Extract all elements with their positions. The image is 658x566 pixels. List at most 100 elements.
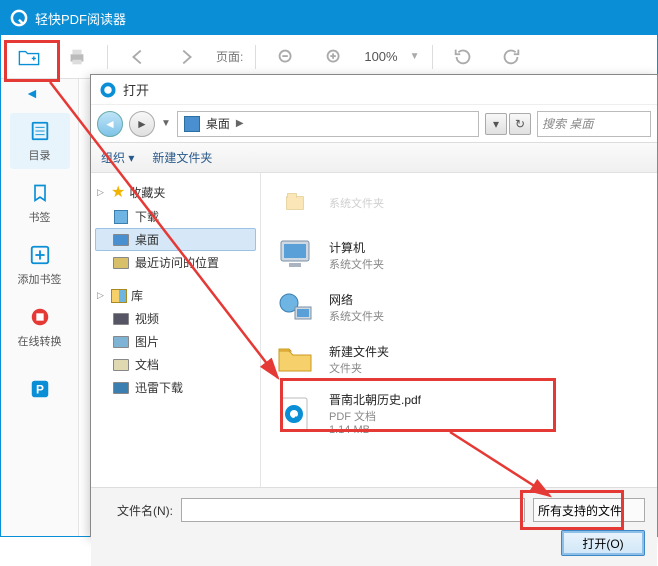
new-folder-button[interactable]: 新建文件夹 <box>152 149 212 166</box>
list-item[interactable]: 系统文件夹 <box>269 177 649 229</box>
sidebar-item-add-bookmark[interactable]: 添加书签 <box>10 237 70 293</box>
app-title: 轻快PDF阅读器 <box>35 9 126 28</box>
dialog-titlebar: 打开 <box>91 75 657 105</box>
dialog-bottom: 文件名(N): 所有支持的文件 打开(O) <box>91 487 657 566</box>
xunlei-icon <box>113 382 129 394</box>
app-logo-icon <box>9 8 29 28</box>
sidebar-item-extra[interactable]: P <box>10 361 70 417</box>
rotate-right-button[interactable] <box>493 41 529 73</box>
tree-node-documents[interactable]: 文档 <box>95 353 256 376</box>
list-item-sub: 系统文件夹 <box>329 308 384 324</box>
desktop-icon <box>184 116 200 132</box>
list-item-computer[interactable]: 计算机系统文件夹 <box>269 229 649 281</box>
tree-node-desktop[interactable]: 桌面 <box>95 228 256 251</box>
p-icon: P <box>28 377 52 401</box>
nav-forward-button[interactable]: ► <box>129 111 155 137</box>
download-icon <box>114 210 128 224</box>
refresh-button[interactable]: ↻ <box>509 113 531 135</box>
tree-node-label: 下载 <box>135 208 159 225</box>
library-icon <box>111 289 127 303</box>
pdf-file-icon <box>273 394 317 434</box>
list-item-sub: 系统文件夹 <box>329 256 384 272</box>
tree-node-recent[interactable]: 最近访问的位置 <box>95 251 256 274</box>
list-item-sub: PDF 文档 <box>329 408 421 424</box>
open-file-button[interactable] <box>11 41 47 73</box>
app-titlebar: 轻快PDF阅读器 <box>1 1 657 35</box>
open-button[interactable]: 打开(O) <box>561 530 645 556</box>
search-input[interactable]: 搜索 桌面 <box>537 111 651 137</box>
nav-back-button[interactable]: ◄ <box>97 111 123 137</box>
dialog-body: ▷ ★ 收藏夹 下载 桌面 最近访问的位置 ▷ 库 视频 图片 文档 迅雷下载 <box>91 173 657 487</box>
print-button[interactable] <box>59 41 95 73</box>
picture-icon <box>113 336 129 348</box>
nav-history-icon[interactable]: ▼ <box>161 118 171 129</box>
app-toolbar: 页面: 100% ▼ <box>1 35 657 79</box>
list-item-new-folder[interactable]: 新建文件夹文件夹 <box>269 333 649 385</box>
tree-node-label: 图片 <box>135 333 159 350</box>
sidebar-item-label: 书签 <box>29 209 51 225</box>
list-item-network[interactable]: 网络系统文件夹 <box>269 281 649 333</box>
file-open-dialog: 打开 ◄ ► ▼ 桌面 ▶ ▾ ↻ 搜索 桌面 组织 ▾ 新建文件夹 ▷ ★ 收… <box>90 74 658 537</box>
rotate-left-button[interactable] <box>445 41 481 73</box>
dialog-app-icon <box>99 81 117 99</box>
add-bookmark-icon <box>28 243 52 267</box>
prev-page-button[interactable] <box>120 41 156 73</box>
tree-label: 收藏夹 <box>129 184 165 201</box>
tree-node-label: 桌面 <box>135 231 159 248</box>
network-icon <box>273 287 317 327</box>
tree-node-label: 视频 <box>135 310 159 327</box>
toc-icon <box>28 119 52 143</box>
tree-node-videos[interactable]: 视频 <box>95 307 256 330</box>
sidebar: ◄ 目录 书签 添加书签 在线转换 P <box>1 79 79 536</box>
chevron-right-icon: ▶ <box>236 118 244 129</box>
tree-node-label: 最近访问的位置 <box>135 254 219 271</box>
video-icon <box>113 313 129 325</box>
toolbar-separator <box>107 45 108 69</box>
generic-icon <box>273 183 317 223</box>
sidebar-item-label: 目录 <box>29 147 51 163</box>
list-item-name: 新建文件夹 <box>329 343 389 360</box>
breadcrumb-dropdown-button[interactable]: ▾ <box>485 113 507 135</box>
sidebar-item-convert[interactable]: 在线转换 <box>10 299 70 355</box>
sidebar-collapse-icon[interactable]: ◄ <box>25 85 39 101</box>
search-placeholder: 搜索 桌面 <box>542 115 593 132</box>
tree-node-pictures[interactable]: 图片 <box>95 330 256 353</box>
folder-icon <box>273 339 317 379</box>
toolbar-separator <box>255 45 256 69</box>
tree-libraries[interactable]: ▷ 库 <box>95 284 256 307</box>
sidebar-item-bookmarks[interactable]: 书签 <box>10 175 70 231</box>
star-icon: ★ <box>111 182 125 202</box>
tree-node-downloads[interactable]: 下载 <box>95 205 256 228</box>
filename-label: 文件名(N): <box>103 502 173 519</box>
tree-favorites[interactable]: ▷ ★ 收藏夹 <box>95 179 256 205</box>
dialog-title: 打开 <box>123 80 149 99</box>
zoom-in-button[interactable] <box>316 41 352 73</box>
filetype-select[interactable]: 所有支持的文件 <box>533 498 645 522</box>
sidebar-item-label: 添加书签 <box>18 271 62 287</box>
list-item-size: 1.14 MB <box>329 424 421 436</box>
toolbar-separator <box>432 45 433 69</box>
dialog-toolbar: 组织 ▾ 新建文件夹 <box>91 143 657 173</box>
bookmark-icon <box>28 181 52 205</box>
list-item-sub: 文件夹 <box>329 360 389 376</box>
next-page-button[interactable] <box>168 41 204 73</box>
breadcrumb-location: 桌面 <box>206 115 230 132</box>
dialog-nav: ◄ ► ▼ 桌面 ▶ ▾ ↻ 搜索 桌面 <box>91 105 657 143</box>
organize-menu[interactable]: 组织 ▾ <box>101 149 134 166</box>
list-item-pdf-file[interactable]: 晋南北朝历史.pdf PDF 文档 1.14 MB <box>269 385 649 442</box>
recent-icon <box>113 257 129 269</box>
tree-node-label: 迅雷下载 <box>135 379 183 396</box>
list-item-name: 晋南北朝历史.pdf <box>329 391 421 408</box>
zoom-dropdown-icon[interactable]: ▼ <box>410 51 420 62</box>
filetype-value: 所有支持的文件 <box>538 502 622 519</box>
filename-input[interactable] <box>181 498 525 522</box>
convert-icon <box>28 305 52 329</box>
sidebar-item-toc[interactable]: 目录 <box>10 113 70 169</box>
computer-icon <box>273 235 317 275</box>
tree-node-xunlei[interactable]: 迅雷下载 <box>95 376 256 399</box>
breadcrumb[interactable]: 桌面 ▶ <box>177 111 479 137</box>
zoom-out-button[interactable] <box>268 41 304 73</box>
zoom-value: 100% <box>364 49 397 64</box>
tree-node-label: 文档 <box>135 356 159 373</box>
sidebar-item-label: 在线转换 <box>18 333 62 349</box>
